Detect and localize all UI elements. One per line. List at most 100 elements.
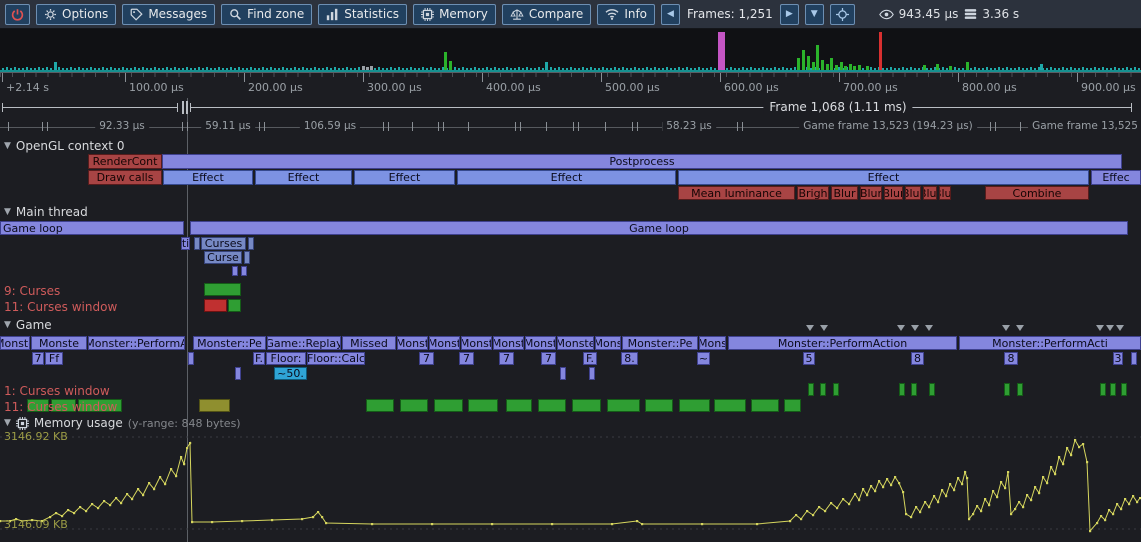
timeline-zone[interactable]: Monster::Pe <box>193 336 266 350</box>
timeline-zone[interactable] <box>1110 383 1116 396</box>
compare-button[interactable]: Compare <box>502 4 591 25</box>
timeline-zone[interactable]: ~ <box>697 352 710 365</box>
timeline-zone[interactable] <box>911 383 917 396</box>
timeline-zone[interactable]: Ff <box>45 352 63 365</box>
collapsed-marker-icon[interactable] <box>806 325 814 331</box>
timeline-zone[interactable]: 7 <box>541 352 556 365</box>
timeline-zone[interactable] <box>808 383 814 396</box>
timeline-zone[interactable]: Monste <box>557 336 594 350</box>
focus-frame-button[interactable] <box>830 4 855 25</box>
timeline-zone[interactable] <box>929 383 935 396</box>
collapse-arrow-icon[interactable]: ▼ <box>4 141 11 151</box>
timeline-zone[interactable]: Monster::PerformA <box>88 336 185 350</box>
timeline-zone[interactable]: Effec <box>1091 170 1141 185</box>
timeline-zone[interactable] <box>400 399 428 412</box>
timeline-zone[interactable] <box>1004 383 1010 396</box>
timeline-zone[interactable]: 5 <box>803 352 815 365</box>
timeline-zone[interactable]: Effect <box>354 170 455 185</box>
timeline-zone[interactable] <box>784 399 801 412</box>
timeline-zone[interactable]: Blur <box>939 186 951 200</box>
timeline-zone[interactable]: Mons <box>699 336 726 350</box>
timeline-zone[interactable]: Blur <box>831 186 858 200</box>
timeline-zone[interactable]: ti <box>181 237 190 250</box>
timeline-zone[interactable]: 7 <box>32 352 44 365</box>
collapsed-marker-icon[interactable] <box>1002 325 1010 331</box>
prev-frame-button[interactable]: ◀ <box>661 4 680 25</box>
timeline-zone[interactable] <box>366 399 394 412</box>
timeline-zone[interactable]: F. <box>253 352 265 365</box>
messages-button[interactable]: Messages <box>122 4 215 25</box>
timeline-zone[interactable]: 7 <box>499 352 514 365</box>
find-zone-button[interactable]: Find zone <box>221 4 312 25</box>
timeline-zone[interactable]: Mons <box>595 336 621 350</box>
timeline-zone[interactable] <box>833 383 839 396</box>
timeline-zone[interactable]: Monst <box>429 336 460 350</box>
timeline-zone[interactable]: Monst <box>397 336 428 350</box>
timeline-zone[interactable]: Blur <box>884 186 903 200</box>
timeline-zone[interactable] <box>538 399 566 412</box>
timeline-zone[interactable] <box>589 367 595 380</box>
timeline-zone[interactable]: Blur <box>860 186 882 200</box>
timeline-zone[interactable] <box>645 399 673 412</box>
timeline-zone[interactable] <box>204 299 227 312</box>
timeline-zone[interactable]: Monst <box>461 336 492 350</box>
timeline-zone[interactable]: Game::Replay <box>267 336 341 350</box>
timeline-zone[interactable]: Curse <box>204 251 242 264</box>
timeline-zone[interactable] <box>1017 383 1023 396</box>
timeline-zone[interactable]: Game loop <box>190 221 1128 235</box>
timeline-zone[interactable] <box>241 266 247 276</box>
collapsed-marker-icon[interactable] <box>1016 325 1024 331</box>
timeline-zone[interactable]: Monst <box>493 336 524 350</box>
timeline-zone[interactable]: RenderCont <box>88 154 162 169</box>
timeline-zone[interactable] <box>899 383 905 396</box>
timeline-zone[interactable]: 3 <box>1113 352 1123 365</box>
info-button[interactable]: Info <box>597 4 655 25</box>
timeline-zone[interactable]: Monst <box>525 336 556 350</box>
collapsed-marker-icon[interactable] <box>820 325 828 331</box>
timeline-zone[interactable] <box>235 367 241 380</box>
timeline-zone[interactable] <box>1131 352 1137 365</box>
memory-usage-plot[interactable] <box>0 0 1141 542</box>
timeline-zone[interactable]: Monster::PerformActi <box>959 336 1141 350</box>
timeline-zone[interactable]: Monste <box>0 336 30 350</box>
timeline-zone[interactable] <box>751 399 779 412</box>
timeline-zone[interactable]: Effect <box>457 170 676 185</box>
timeline-zone[interactable]: 8 <box>911 352 924 365</box>
timeline-zone[interactable] <box>820 383 826 396</box>
collapsed-marker-icon[interactable] <box>1096 325 1104 331</box>
timeline-zone[interactable]: Monster::Pe <box>622 336 698 350</box>
timeline-zone[interactable]: Missed <box>342 336 396 350</box>
timeline-zone[interactable] <box>434 399 463 412</box>
options-button[interactable]: Options <box>36 4 116 25</box>
timeline-zone[interactable]: 7 <box>459 352 474 365</box>
timeline-zone[interactable]: Brigh <box>797 186 829 200</box>
timeline-zone[interactable] <box>204 283 241 296</box>
timeline-zone[interactable] <box>679 399 710 412</box>
timeline-zone[interactable]: Curses <box>201 237 246 250</box>
timeline-zone[interactable]: Game loop <box>0 221 184 235</box>
timeline-zone[interactable] <box>1121 383 1127 396</box>
timeline-zone[interactable] <box>468 399 498 412</box>
collapsed-marker-icon[interactable] <box>911 325 919 331</box>
timeline-zone[interactable] <box>244 251 250 264</box>
go-to-frame-button[interactable]: ▼ <box>805 4 824 25</box>
statistics-button[interactable]: Statistics <box>318 4 407 25</box>
power-button[interactable] <box>5 4 30 25</box>
timeline-zone[interactable]: Effect <box>255 170 352 185</box>
collapse-arrow-icon[interactable]: ▼ <box>4 207 11 217</box>
timeline-zone[interactable]: Draw calls <box>88 170 162 185</box>
timeline-zone[interactable]: F. <box>583 352 597 365</box>
timeline-zone[interactable] <box>607 399 640 412</box>
timeline-zone[interactable] <box>572 399 601 412</box>
timeline-zone[interactable]: Combine <box>985 186 1089 200</box>
timeline-zone[interactable] <box>714 399 746 412</box>
timeline-zone[interactable]: Monste <box>31 336 87 350</box>
timeline-zone[interactable] <box>188 352 194 365</box>
collapse-arrow-icon[interactable]: ▼ <box>4 418 11 428</box>
section-header-opengl-context-0[interactable]: ▼OpenGL context 0 <box>4 139 124 153</box>
timeline-zone[interactable] <box>194 237 200 250</box>
timeline-zone[interactable]: Effect <box>678 170 1089 185</box>
collapsed-marker-icon[interactable] <box>897 325 905 331</box>
collapsed-marker-icon[interactable] <box>1116 325 1124 331</box>
timeline-zone[interactable] <box>232 266 238 276</box>
